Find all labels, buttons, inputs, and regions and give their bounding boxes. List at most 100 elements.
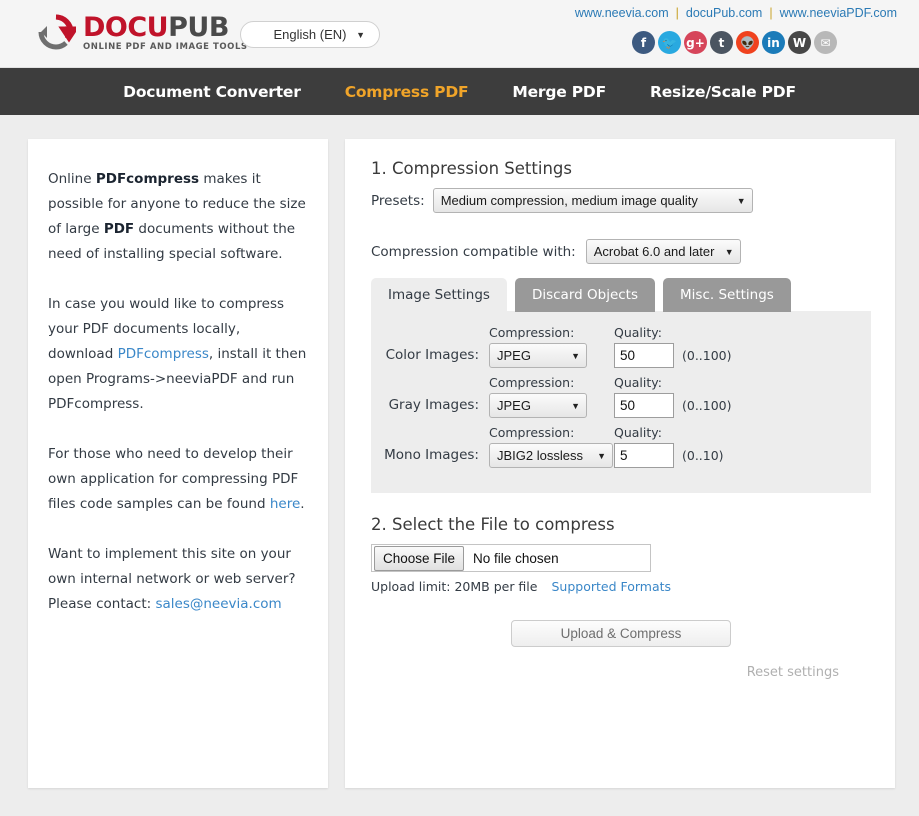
wordpress-icon[interactable]: W <box>788 31 811 54</box>
presets-select[interactable]: Medium compression, medium image quality <box>433 188 753 213</box>
logo-title-primary: DOCU <box>83 12 168 43</box>
compatibility-select-wrapper[interactable]: Acrobat 6.0 and later ▼ <box>586 239 741 264</box>
nav-item-resize-scale-pdf[interactable]: Resize/Scale PDF <box>628 83 818 101</box>
section-1-title: 1. Compression Settings <box>371 159 869 178</box>
gray-images-row: Gray Images: Compression: JPEG ▼ Quality… <box>371 375 871 418</box>
page-header: DOCUPUB ONLINE PDF AND IMAGE TOOLS Engli… <box>0 0 919 68</box>
choose-file-button[interactable]: Choose File <box>374 546 464 571</box>
file-status-text: No file chosen <box>473 551 559 566</box>
color-quality-input[interactable] <box>614 343 674 368</box>
gray-quality-caption: Quality: <box>614 375 674 390</box>
email-icon[interactable]: ✉ <box>814 31 837 54</box>
compression-form: 1. Compression Settings Presets: Medium … <box>345 139 895 680</box>
compatibility-label: Compression compatible with: <box>371 244 576 260</box>
info-paragraph-2: In case you would like to compress your … <box>48 292 308 417</box>
twitter-icon[interactable]: 🐦 <box>658 31 681 54</box>
chevron-down-icon: ▼ <box>356 30 365 40</box>
gray-quality-input[interactable] <box>614 393 674 418</box>
top-link-separator: | <box>676 6 679 20</box>
top-link-neeviapdf[interactable]: www.neeviaPDF.com <box>780 6 897 20</box>
file-input[interactable]: Choose File No file chosen <box>371 544 651 572</box>
code-samples-link[interactable]: here <box>270 496 300 512</box>
top-link-separator: | <box>769 6 772 20</box>
reset-settings-link[interactable]: Reset settings <box>371 665 871 680</box>
color-images-row: Color Images: Compression: JPEG ▼ Qualit… <box>371 325 871 368</box>
language-selector[interactable]: English (EN) ▼ <box>240 21 380 48</box>
color-quality-caption: Quality: <box>614 325 674 340</box>
color-compression-select-wrapper[interactable]: JPEG ▼ <box>489 343 587 368</box>
pdfcompress-download-link[interactable]: PDFcompress <box>118 346 209 362</box>
upload-limit-row: Upload limit: 20MB per file Supported Fo… <box>371 579 869 594</box>
gray-images-label: Gray Images: <box>371 397 489 418</box>
gray-quality-range: (0..100) <box>682 398 732 418</box>
color-compression-select[interactable]: JPEG <box>489 343 587 368</box>
top-link-neevia[interactable]: www.neevia.com <box>575 6 669 20</box>
mono-compression-select[interactable]: JBIG2 lossless <box>489 443 613 468</box>
upload-compress-button[interactable]: Upload & Compress <box>511 620 731 647</box>
info-p1-part1: Online <box>48 171 96 187</box>
reddit-icon[interactable]: 👽 <box>736 31 759 54</box>
logo-tagline: ONLINE PDF AND IMAGE TOOLS <box>83 43 248 52</box>
info-paragraph-3: For those who need to develop their own … <box>48 442 308 517</box>
tumblr-icon[interactable]: t <box>710 31 733 54</box>
gray-quality-field: Quality: <box>614 375 674 418</box>
info-sidebar-card: Online PDFcompress makes it possible for… <box>28 139 328 788</box>
language-selector-value: English (EN) <box>274 27 347 42</box>
file-select-section: 2. Select the File to compress Choose Fi… <box>371 515 869 594</box>
site-logo[interactable]: DOCUPUB ONLINE PDF AND IMAGE TOOLS <box>36 12 248 52</box>
mono-compression-field: Compression: JBIG2 lossless ▼ <box>489 425 613 468</box>
gray-compression-select[interactable]: JPEG <box>489 393 587 418</box>
presets-label: Presets: <box>371 193 425 209</box>
section-2-title: 2. Select the File to compress <box>371 515 869 534</box>
nav-item-merge-pdf[interactable]: Merge PDF <box>490 83 628 101</box>
upload-limit-text: Upload limit: 20MB per file <box>371 579 537 594</box>
top-links: www.neevia.com | docuPub.com | www.neevi… <box>575 6 897 20</box>
mono-quality-range: (0..10) <box>682 448 724 468</box>
mono-quality-input[interactable] <box>614 443 674 468</box>
compatibility-select[interactable]: Acrobat 6.0 and later <box>586 239 741 264</box>
supported-formats-link[interactable]: Supported Formats <box>551 579 671 594</box>
mono-quality-caption: Quality: <box>614 425 674 440</box>
color-quality-field: Quality: <box>614 325 674 368</box>
logo-title-secondary: PUB <box>168 12 229 43</box>
info-paragraph-4: Want to implement this site on your own … <box>48 542 308 617</box>
mono-compression-caption: Compression: <box>489 425 613 440</box>
tab-discard-objects[interactable]: Discard Objects <box>515 278 655 312</box>
tab-misc-settings[interactable]: Misc. Settings <box>663 278 791 312</box>
info-p1-bold2: PDF <box>104 221 134 237</box>
submit-area: Upload & Compress <box>371 620 871 647</box>
mono-compression-select-wrapper[interactable]: JBIG2 lossless ▼ <box>489 443 613 468</box>
color-compression-field: Compression: JPEG ▼ <box>489 325 587 368</box>
page-content: Online PDFcompress makes it possible for… <box>0 115 919 816</box>
presets-select-wrapper[interactable]: Medium compression, medium image quality… <box>433 188 753 213</box>
color-images-label: Color Images: <box>371 347 489 368</box>
settings-tabs: Image Settings Discard Objects Misc. Set… <box>371 278 869 312</box>
mono-images-label: Mono Images: <box>371 447 489 468</box>
color-quality-range: (0..100) <box>682 348 732 368</box>
gray-compression-field: Compression: JPEG ▼ <box>489 375 587 418</box>
tab-image-settings[interactable]: Image Settings <box>371 278 507 312</box>
logo-title: DOCUPUB <box>83 14 248 41</box>
info-p3-part2: . <box>300 496 304 512</box>
gray-compression-select-wrapper[interactable]: JPEG ▼ <box>489 393 587 418</box>
nav-item-compress-pdf[interactable]: Compress PDF <box>323 83 491 101</box>
image-settings-panel: Color Images: Compression: JPEG ▼ Qualit… <box>371 311 871 493</box>
logo-text: DOCUPUB ONLINE PDF AND IMAGE TOOLS <box>83 12 248 52</box>
sales-email-link[interactable]: sales@neevia.com <box>155 596 281 612</box>
social-links: f 🐦 g+ t 👽 in W ✉ <box>632 31 837 54</box>
mono-quality-field: Quality: <box>614 425 674 468</box>
nav-item-document-converter[interactable]: Document Converter <box>101 83 323 101</box>
color-compression-caption: Compression: <box>489 325 587 340</box>
mono-images-row: Mono Images: Compression: JBIG2 lossless… <box>371 425 871 468</box>
info-sidebar-text: Online PDFcompress makes it possible for… <box>28 139 328 617</box>
circular-refresh-arrows-icon <box>36 12 76 52</box>
compatibility-row: Compression compatible with: Acrobat 6.0… <box>371 239 869 264</box>
compression-form-card: 1. Compression Settings Presets: Medium … <box>345 139 895 788</box>
main-navigation: Document Converter Compress PDF Merge PD… <box>0 68 919 115</box>
linkedin-icon[interactable]: in <box>762 31 785 54</box>
gray-compression-caption: Compression: <box>489 375 587 390</box>
google-plus-icon[interactable]: g+ <box>684 31 707 54</box>
info-paragraph-1: Online PDFcompress makes it possible for… <box>48 167 308 267</box>
top-link-docupub[interactable]: docuPub.com <box>686 6 762 20</box>
facebook-icon[interactable]: f <box>632 31 655 54</box>
